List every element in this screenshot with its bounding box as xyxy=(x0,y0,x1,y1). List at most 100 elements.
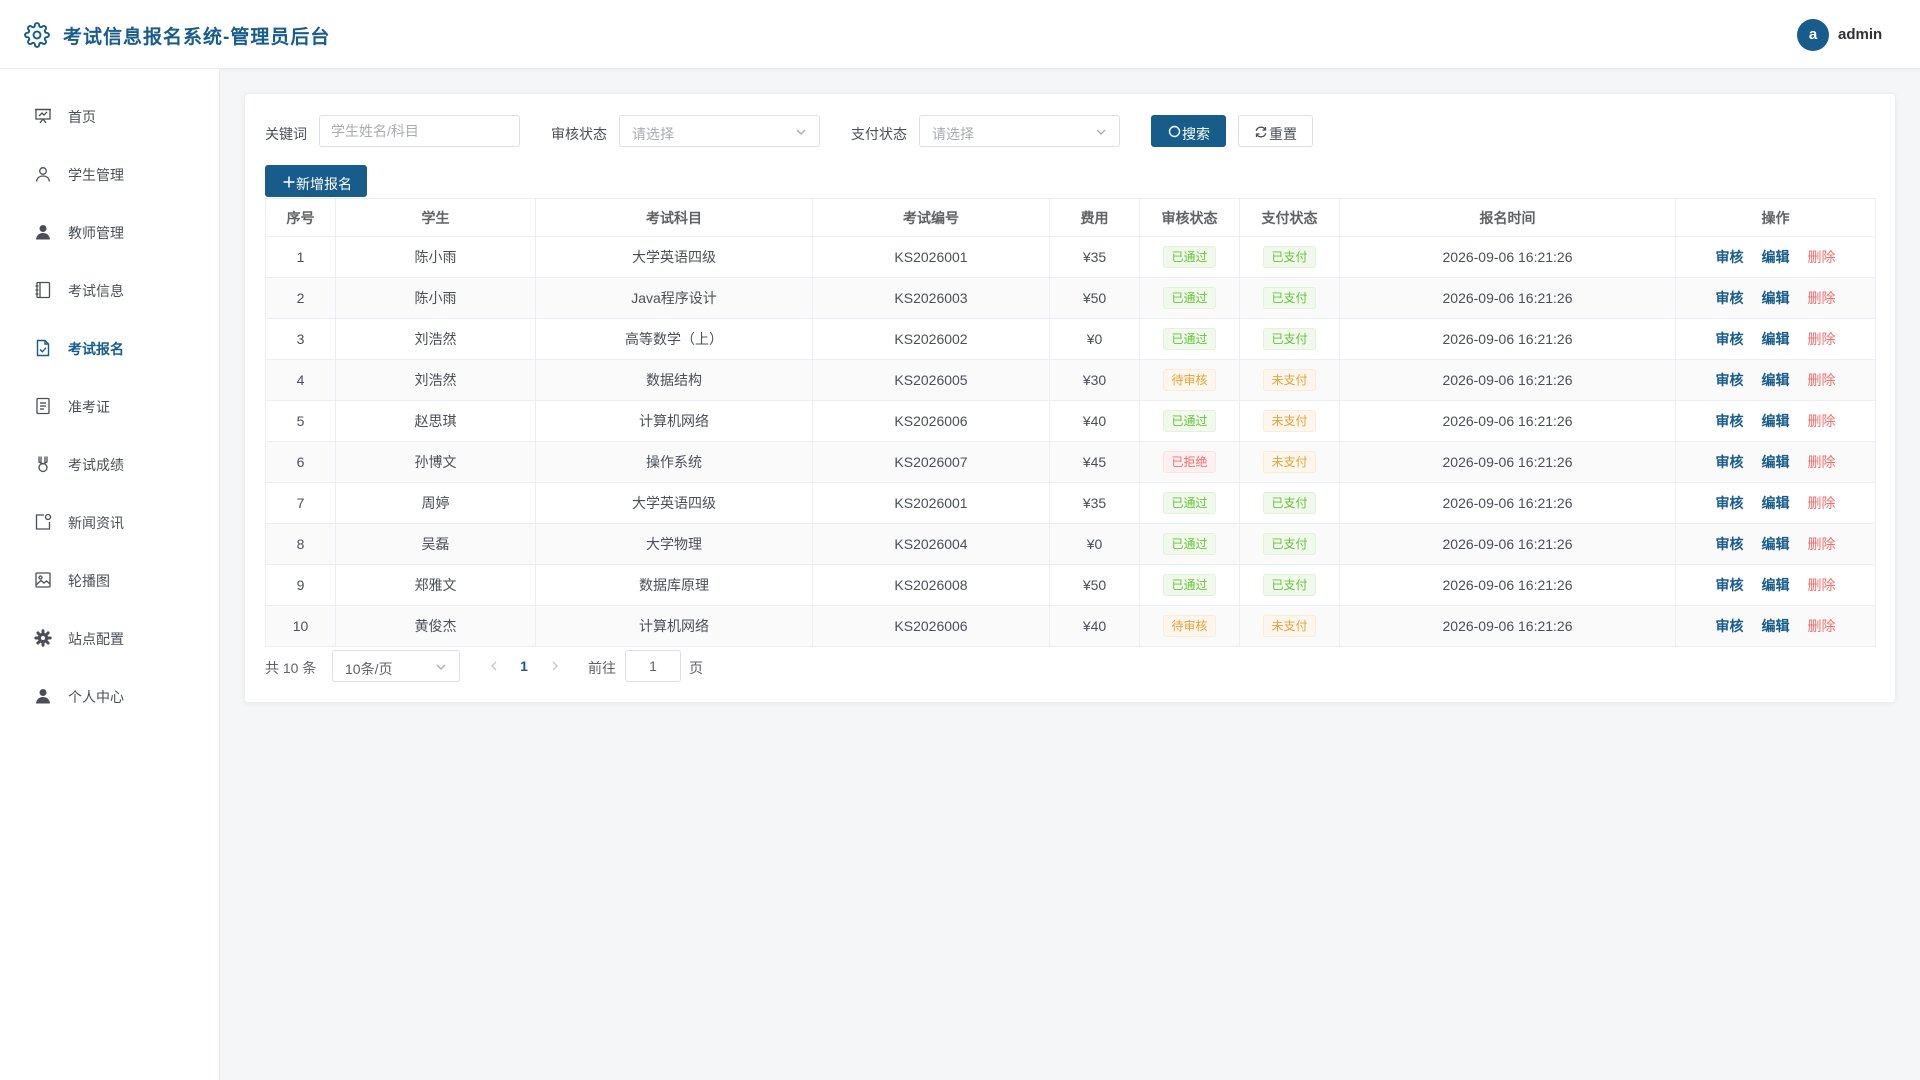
audit-action-link[interactable]: 审核 xyxy=(1716,411,1744,431)
page-size-select[interactable]: 10条/页 xyxy=(332,650,460,682)
audit-status-cell: 已通过 xyxy=(1139,236,1240,278)
delete-action-link[interactable]: 删除 xyxy=(1808,616,1836,636)
pay-status-cell: 未支付 xyxy=(1239,605,1340,647)
audit-status-select[interactable]: 请选择 xyxy=(619,115,820,147)
edit-action-link[interactable]: 编辑 xyxy=(1762,247,1790,267)
audit-status-cell: 待审核 xyxy=(1139,605,1240,647)
sidebar-item-teachers[interactable]: 教师管理 xyxy=(0,207,219,257)
edit-action-link[interactable]: 编辑 xyxy=(1762,575,1790,595)
pay-status-cell: 已支付 xyxy=(1239,318,1340,360)
sidebar-item-label: 准考证 xyxy=(68,399,110,415)
sidebar-item-label: 教师管理 xyxy=(68,225,124,241)
sidebar-item-carousel[interactable]: 轮播图 xyxy=(0,555,219,605)
audit-action-link[interactable]: 审核 xyxy=(1716,534,1744,554)
edit-action-link[interactable]: 编辑 xyxy=(1762,493,1790,513)
gear-logo-icon xyxy=(24,22,50,48)
username[interactable]: admin xyxy=(1838,26,1882,43)
column-header[interactable]: 报名时间 xyxy=(1339,198,1676,237)
table-row: 6 孙博文 操作系统 KS2026007 ¥45 已拒绝 未支付 2026-09-06 16:… xyxy=(265,441,1876,483)
goto-page-input[interactable] xyxy=(625,650,681,682)
edit-action-link[interactable]: 编辑 xyxy=(1762,288,1790,308)
edit-action-link[interactable]: 编辑 xyxy=(1762,452,1790,472)
column-header[interactable]: 操作 xyxy=(1675,198,1876,237)
audit-action-link[interactable]: 审核 xyxy=(1716,616,1744,636)
sidebar-item-news[interactable]: 新闻资讯 xyxy=(0,497,219,547)
registration-time: 2026-09-06 16:21:26 xyxy=(1339,482,1676,524)
exam-subject: Java程序设计 xyxy=(535,277,813,319)
audit-action-link[interactable]: 审核 xyxy=(1716,247,1744,267)
audit-status-cell: 已通过 xyxy=(1139,318,1240,360)
delete-action-link[interactable]: 删除 xyxy=(1808,534,1836,554)
pay-status-badge: 未支付 xyxy=(1263,615,1316,637)
registration-time: 2026-09-06 16:21:26 xyxy=(1339,523,1676,565)
audit-action-link[interactable]: 审核 xyxy=(1716,288,1744,308)
delete-action-link[interactable]: 删除 xyxy=(1808,575,1836,595)
column-header[interactable]: 考试编号 xyxy=(812,198,1050,237)
sidebar-item-site-config[interactable]: 站点配置 xyxy=(0,613,219,663)
pay-status-badge: 未支付 xyxy=(1263,410,1316,432)
prev-page-button[interactable] xyxy=(482,650,506,682)
audit-status-cell: 已通过 xyxy=(1139,564,1240,606)
column-header[interactable]: 审核状态 xyxy=(1139,198,1240,237)
avatar[interactable]: a xyxy=(1797,19,1829,51)
sidebar-item-admission-ticket[interactable]: 准考证 xyxy=(0,381,219,431)
pay-status-cell: 已支付 xyxy=(1239,564,1340,606)
exam-code: KS2026006 xyxy=(812,605,1050,647)
edit-action-link[interactable]: 编辑 xyxy=(1762,616,1790,636)
column-header[interactable]: 序号 xyxy=(265,198,336,237)
registration-time: 2026-09-06 16:21:26 xyxy=(1339,564,1676,606)
sidebar-item-registration[interactable]: 考试报名 xyxy=(0,323,219,373)
sidebar-item-students[interactable]: 学生管理 xyxy=(0,149,219,199)
audit-status-badge: 已通过 xyxy=(1163,492,1216,514)
column-header[interactable]: 费用 xyxy=(1049,198,1140,237)
exam-fee: ¥35 xyxy=(1049,236,1140,278)
edit-action-link[interactable]: 编辑 xyxy=(1762,370,1790,390)
row-actions: 审核 编辑 删除 xyxy=(1675,277,1876,319)
reset-button[interactable]: 重置 xyxy=(1238,115,1313,147)
edit-action-link[interactable]: 编辑 xyxy=(1762,411,1790,431)
audit-status-cell: 已通过 xyxy=(1139,523,1240,565)
audit-action-link[interactable]: 审核 xyxy=(1716,493,1744,513)
pay-status-badge: 已支付 xyxy=(1263,328,1316,350)
news-icon xyxy=(35,513,52,530)
add-registration-button[interactable]: 新增报名 xyxy=(265,165,367,197)
table-row: 1 陈小雨 大学英语四级 KS2026001 ¥35 已通过 已支付 2026-09-06 1… xyxy=(265,236,1876,278)
exam-fee: ¥50 xyxy=(1049,564,1140,606)
student-name: 刘浩然 xyxy=(335,359,536,401)
exam-subject: 高等数学（上） xyxy=(535,318,813,360)
delete-action-link[interactable]: 删除 xyxy=(1808,329,1836,349)
exam-fee: ¥45 xyxy=(1049,441,1140,483)
student-name: 陈小雨 xyxy=(335,277,536,319)
search-button[interactable]: 搜索 xyxy=(1151,115,1226,147)
delete-action-link[interactable]: 删除 xyxy=(1808,493,1836,513)
column-header[interactable]: 学生 xyxy=(335,198,536,237)
audit-action-link[interactable]: 审核 xyxy=(1716,329,1744,349)
delete-action-link[interactable]: 删除 xyxy=(1808,452,1836,472)
column-header[interactable]: 支付状态 xyxy=(1239,198,1340,237)
audit-action-link[interactable]: 审核 xyxy=(1716,370,1744,390)
sidebar-item-scores[interactable]: 考试成绩 xyxy=(0,439,219,489)
column-header[interactable]: 考试科目 xyxy=(535,198,813,237)
student-name: 孙博文 xyxy=(335,441,536,483)
exam-subject: 大学物理 xyxy=(535,523,813,565)
audit-status-badge: 已通过 xyxy=(1163,287,1216,309)
audit-action-link[interactable]: 审核 xyxy=(1716,575,1744,595)
student-name: 郑雅文 xyxy=(335,564,536,606)
sidebar-item-home[interactable]: 首页 xyxy=(0,91,219,141)
exam-code: KS2026001 xyxy=(812,482,1050,524)
sidebar-item-profile[interactable]: 个人中心 xyxy=(0,671,219,721)
pay-status-select[interactable]: 请选择 xyxy=(919,115,1120,147)
sidebar-item-label: 首页 xyxy=(68,109,96,125)
delete-action-link[interactable]: 删除 xyxy=(1808,288,1836,308)
delete-action-link[interactable]: 删除 xyxy=(1808,411,1836,431)
table-header-row: 序号 学生 考试科目 考试编号 费用 审核状态 支付状态 报名时间 操作 xyxy=(265,198,1876,237)
delete-action-link[interactable]: 删除 xyxy=(1808,370,1836,390)
next-page-button[interactable] xyxy=(543,650,567,682)
page-number-current[interactable]: 1 xyxy=(514,658,534,674)
edit-action-link[interactable]: 编辑 xyxy=(1762,329,1790,349)
edit-action-link[interactable]: 编辑 xyxy=(1762,534,1790,554)
keyword-input[interactable] xyxy=(319,115,520,147)
audit-action-link[interactable]: 审核 xyxy=(1716,452,1744,472)
delete-action-link[interactable]: 删除 xyxy=(1808,247,1836,267)
sidebar-item-exam-info[interactable]: 考试信息 xyxy=(0,265,219,315)
